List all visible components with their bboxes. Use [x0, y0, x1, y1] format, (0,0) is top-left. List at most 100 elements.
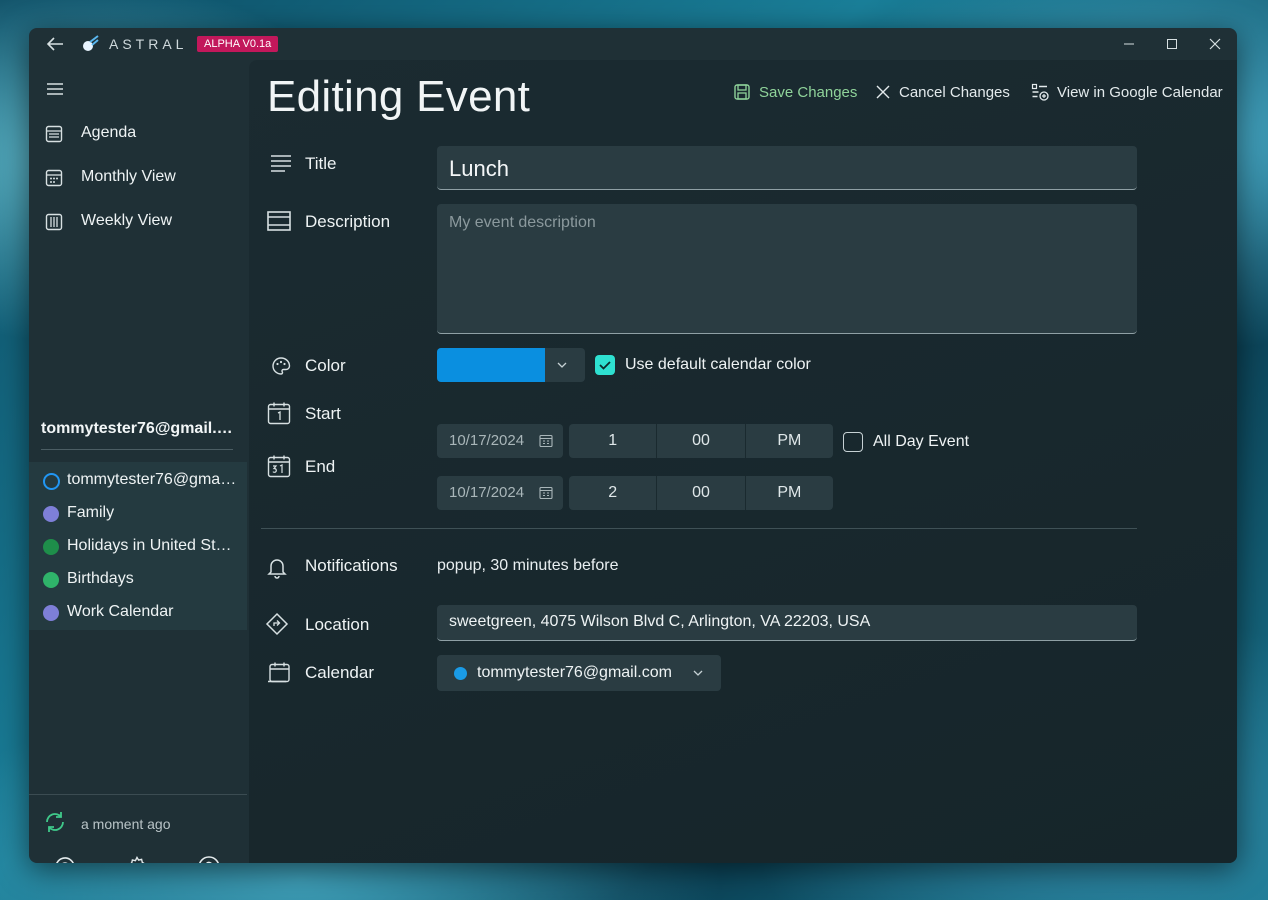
sync-icon[interactable]	[43, 810, 67, 834]
week-columns-icon	[45, 213, 63, 231]
maximize-icon[interactable]	[1160, 32, 1184, 56]
calendar-item[interactable]: Birthdays	[29, 563, 247, 596]
title-label: Title	[305, 154, 337, 173]
calendar-item[interactable]: Family	[29, 497, 247, 530]
hamburger-menu-icon[interactable]	[45, 80, 65, 98]
save-changes-label: Save Changes	[759, 83, 858, 101]
calendar-item-label: Family	[67, 504, 115, 521]
color-picker-button[interactable]	[437, 348, 585, 382]
nav-item-label: Monthly View	[81, 168, 176, 185]
calendar-day-31-icon	[267, 454, 291, 478]
cancel-x-icon	[876, 85, 890, 99]
page-title: Editing Event	[267, 72, 531, 121]
open-calendar-icon	[1031, 83, 1049, 101]
end-minute[interactable]: 00	[657, 476, 746, 510]
location-label: Location	[305, 615, 370, 634]
palette-icon	[269, 354, 293, 378]
nav-item-weekly-view[interactable]: Weekly View	[29, 204, 247, 240]
start-minute[interactable]: 00	[657, 424, 746, 458]
calendar-list: tommytester76@gmail.com Family Holidays …	[29, 462, 247, 630]
version-badge: ALPHA V0.1a	[197, 36, 279, 52]
location-diamond-icon	[265, 612, 289, 636]
cancel-changes-button[interactable]: Cancel Changes	[875, 78, 1010, 106]
title-input[interactable]: Lunch	[437, 146, 1137, 190]
app-window: ASTRAL ALPHA V0.1a Agenda Monthly View W…	[29, 28, 1237, 863]
calendar-grid-icon	[45, 169, 63, 187]
notifications-label: Notifications	[305, 556, 398, 575]
description-input[interactable]: My event description	[437, 204, 1137, 334]
color-swatch[interactable]	[437, 348, 545, 382]
calendar-item-label: tommytester76@gmail.com	[67, 471, 237, 488]
end-date-picker[interactable]: 10/17/2024	[437, 476, 563, 510]
end-period[interactable]: PM	[746, 476, 833, 510]
event-editor: Editing Event Save Changes Cancel Change…	[249, 60, 1237, 863]
calendar-color-dot	[454, 667, 467, 680]
nav-item-label: Weekly View	[81, 212, 172, 229]
location-input[interactable]: sweetgreen, 4075 Wilson Blvd C, Arlingto…	[437, 605, 1137, 641]
sidebar-footer-divider	[29, 794, 247, 795]
nav-item-monthly-view[interactable]: Monthly View	[29, 160, 247, 196]
comet-logo-icon	[81, 35, 99, 53]
save-changes-button[interactable]: Save Changes	[733, 78, 857, 106]
view-in-google-calendar-button[interactable]: View in Google Calendar	[1031, 78, 1223, 106]
description-label: Description	[305, 212, 391, 231]
calendar-dot-icon	[43, 572, 59, 588]
calendar-small-icon	[539, 434, 553, 448]
use-default-color-checkbox[interactable]	[595, 355, 615, 375]
notifications-value[interactable]: popup, 30 minutes before	[437, 557, 618, 575]
end-label: End	[305, 457, 336, 476]
start-time-picker[interactable]: 1 00 PM	[569, 424, 833, 458]
start-period[interactable]: PM	[746, 424, 833, 458]
bell-icon	[265, 555, 289, 579]
start-date-picker[interactable]: 10/17/2024	[437, 424, 563, 458]
start-hour[interactable]: 1	[569, 424, 658, 458]
all-day-checkbox[interactable]	[843, 432, 863, 452]
calendar-item-label: Holidays in United States	[67, 537, 237, 554]
view-in-google-calendar-label: View in Google Calendar	[1057, 83, 1223, 101]
calendar-item[interactable]: Work Calendar	[29, 596, 247, 629]
calendar-select[interactable]: tommytester76@gmail.com	[437, 655, 721, 691]
save-icon	[734, 84, 750, 100]
calendar-day-one-icon	[267, 401, 291, 425]
back-arrow-icon[interactable]	[45, 35, 65, 53]
agenda-icon	[45, 125, 63, 143]
nav-item-agenda[interactable]: Agenda	[29, 116, 247, 152]
calendar-icon	[267, 661, 291, 685]
sidebar: Agenda Monthly View Weekly View tommytes…	[29, 60, 247, 863]
calendar-item-label: Birthdays	[67, 570, 134, 587]
account-name: tommytester76@gmail.com	[41, 420, 233, 437]
calendar-small-icon	[539, 486, 553, 500]
use-default-color-label: Use default calendar color	[625, 356, 811, 373]
calendar-item[interactable]: Holidays in United States	[29, 530, 247, 563]
end-time-picker[interactable]: 2 00 PM	[569, 476, 833, 510]
app-name: ASTRAL	[109, 36, 188, 52]
gear-icon[interactable]	[125, 855, 149, 863]
start-date-value: 10/17/2024	[449, 432, 525, 449]
title-bar: ASTRAL ALPHA V0.1a	[29, 28, 1237, 60]
close-icon[interactable]	[1203, 32, 1227, 56]
calendar-item[interactable]: tommytester76@gmail.com	[29, 464, 247, 497]
section-divider	[261, 528, 1137, 529]
text-lines-icon	[269, 151, 293, 175]
at-sign-icon[interactable]	[53, 855, 77, 863]
description-icon	[267, 209, 291, 233]
calendar-dot-icon	[43, 506, 59, 522]
sync-status: a moment ago	[81, 816, 171, 832]
end-date-value: 10/17/2024	[449, 484, 525, 501]
start-label: Start	[305, 404, 341, 423]
calendar-select-value: tommytester76@gmail.com	[477, 664, 672, 681]
help-icon[interactable]	[197, 855, 221, 863]
color-label: Color	[305, 356, 346, 375]
calendar-dot-icon	[43, 605, 59, 621]
calendar-label: Calendar	[305, 663, 374, 682]
cancel-changes-label: Cancel Changes	[899, 83, 1010, 101]
chevron-down-icon[interactable]	[555, 358, 569, 372]
calendar-dot-icon	[43, 539, 59, 555]
calendar-ring-icon	[43, 473, 60, 490]
calendar-item-label: Work Calendar	[67, 603, 174, 620]
checkmark-icon	[599, 361, 611, 370]
minimize-icon[interactable]	[1117, 32, 1141, 56]
chevron-down-icon	[691, 666, 705, 680]
end-hour[interactable]: 2	[569, 476, 658, 510]
all-day-label: All Day Event	[873, 433, 970, 450]
